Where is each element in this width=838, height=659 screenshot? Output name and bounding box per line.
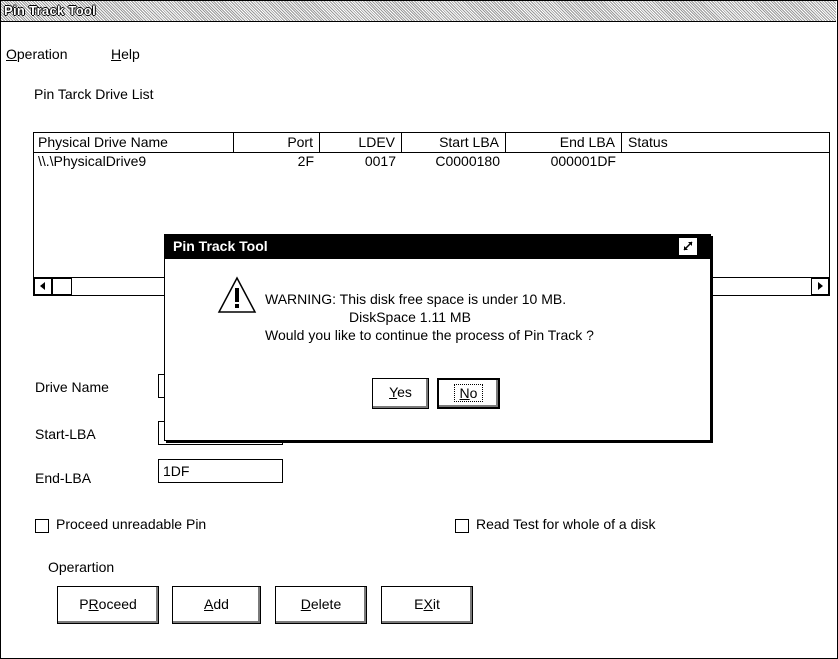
proceed-unreadable-pin-label: Proceed unreadable Pin — [56, 516, 207, 532]
cell-physical-drive-name: \\.\PhysicalDrive9 — [38, 153, 147, 169]
cell-ldev: 0017 — [364, 153, 396, 169]
drive-list-label: Pin Tarck Drive List — [34, 86, 154, 102]
read-test-whole-disk-label: Read Test for whole of a disk — [476, 516, 656, 532]
column-header-start-lba[interactable]: Start LBA — [402, 133, 506, 153]
focus-outline: No — [453, 384, 484, 402]
dialog-title-bar[interactable]: Pin Track Tool — [165, 235, 710, 259]
operation-group-label: Operartion — [48, 559, 115, 575]
cell-port: 2F — [297, 153, 314, 169]
dialog-message-line1: WARNING: This disk free space is under 1… — [265, 291, 567, 307]
column-header-status[interactable]: Status — [622, 133, 829, 153]
proceed-unreadable-pin-checkbox[interactable] — [35, 519, 49, 533]
column-header-ldev[interactable]: LDEV — [320, 133, 402, 153]
exit-button[interactable]: EXit — [381, 586, 473, 624]
dialog-message-line2: DiskSpace 1.11 MB — [349, 309, 471, 325]
read-test-whole-disk-checkbox[interactable] — [455, 519, 469, 533]
yes-button[interactable]: Yes — [372, 378, 429, 409]
menu-help[interactable]: Help — [111, 46, 140, 62]
table-row[interactable]: \\.\PhysicalDrive9 2F 0017 C0000180 0000… — [34, 153, 829, 173]
menu-operation[interactable]: Operation — [6, 46, 67, 62]
delete-button[interactable]: Delete — [275, 586, 367, 624]
dialog-restore-button[interactable] — [679, 238, 697, 255]
start-lba-label: Start-LBA — [35, 426, 96, 442]
cell-end-lba: 000001DF — [550, 153, 616, 169]
end-lba-label: End-LBA — [35, 470, 92, 486]
dialog-message-line3: Would you like to continue the process o… — [265, 327, 594, 343]
window-title: Pin Track Tool — [4, 3, 97, 18]
warning-dialog[interactable]: Pin Track Tool WARNING: This disk free s… — [164, 234, 711, 441]
column-header-end-lba[interactable]: End LBA — [506, 133, 622, 153]
arrow-left-icon — [40, 282, 45, 290]
drive-name-label: Drive Name — [35, 379, 109, 395]
dialog-title: Pin Track Tool — [173, 238, 268, 254]
arrow-right-icon — [818, 282, 823, 290]
scroll-left-button[interactable] — [34, 278, 52, 295]
cell-start-lba: C0000180 — [435, 153, 500, 169]
column-header-physical-drive-name[interactable]: Physical Drive Name — [34, 133, 234, 153]
restore-arrow-icon — [683, 241, 693, 251]
proceed-button[interactable]: PRoceed — [57, 586, 159, 624]
title-bar[interactable]: Pin Track Tool — [1, 1, 836, 22]
end-lba-field[interactable]: 1DF — [158, 459, 283, 483]
column-header-port[interactable]: Port — [234, 133, 320, 153]
scroll-thumb[interactable] — [52, 278, 72, 295]
no-button[interactable]: No — [437, 378, 500, 409]
add-button[interactable]: Add — [172, 586, 261, 624]
scroll-right-button[interactable] — [811, 278, 829, 295]
warning-icon — [217, 276, 257, 313]
